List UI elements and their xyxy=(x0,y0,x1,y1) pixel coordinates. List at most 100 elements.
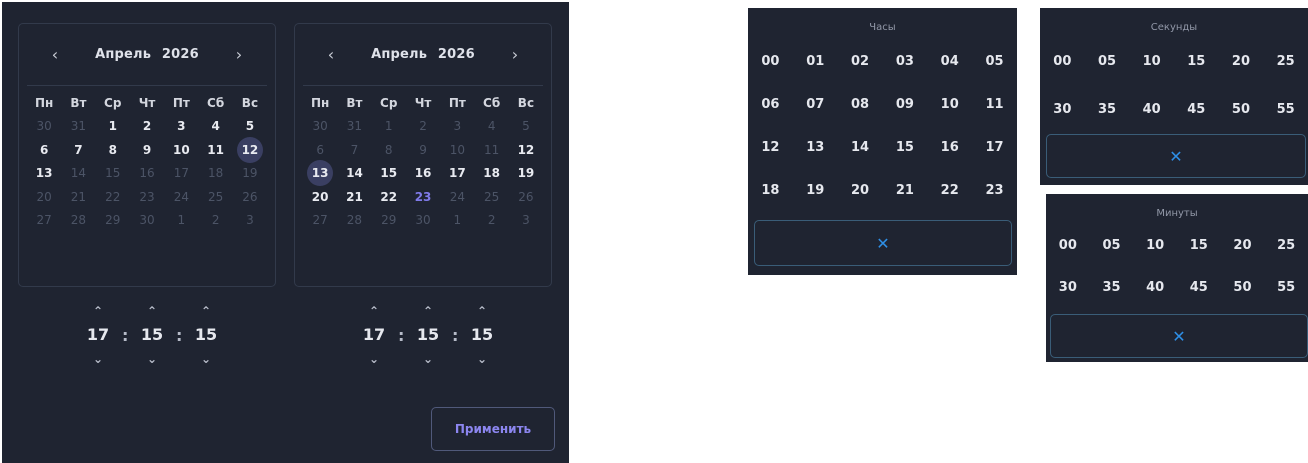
hour-value[interactable]: 17 xyxy=(87,322,109,348)
hour-option[interactable]: 01 xyxy=(800,54,830,69)
day-cell[interactable]: 26 xyxy=(233,190,267,204)
hour-option[interactable]: 16 xyxy=(935,140,965,155)
hour-option[interactable]: 09 xyxy=(890,97,920,112)
clear-seconds-button[interactable]: ✕ xyxy=(1046,134,1306,178)
day-cell[interactable]: 11 xyxy=(474,143,508,157)
hour-option[interactable]: 21 xyxy=(890,183,920,198)
hour-option[interactable]: 00 xyxy=(755,54,785,69)
day-cell[interactable]: 19 xyxy=(509,166,543,180)
day-cell[interactable]: 2 xyxy=(474,213,508,227)
hour-option[interactable]: 11 xyxy=(980,97,1010,112)
day-cell[interactable]: 20 xyxy=(303,190,337,204)
day-cell[interactable]: 30 xyxy=(303,119,337,133)
hour-option[interactable]: 04 xyxy=(935,54,965,69)
day-cell[interactable]: 19 xyxy=(233,166,267,180)
hour-option[interactable]: 10 xyxy=(935,97,965,112)
day-cell[interactable]: 26 xyxy=(509,190,543,204)
day-cell[interactable]: 31 xyxy=(337,119,371,133)
day-cell[interactable]: 29 xyxy=(96,213,130,227)
day-cell[interactable]: 27 xyxy=(27,213,61,227)
next-month-icon[interactable]: › xyxy=(507,45,523,64)
day-cell[interactable]: 5 xyxy=(233,119,267,133)
chevron-down-icon[interactable]: ⌄ xyxy=(423,348,433,370)
chevron-up-icon[interactable]: ⌃ xyxy=(201,300,211,322)
hour-option[interactable]: 18 xyxy=(755,183,785,198)
day-cell[interactable]: 13 xyxy=(27,166,61,180)
day-cell[interactable]: 7 xyxy=(61,143,95,157)
day-cell[interactable]: 30 xyxy=(27,119,61,133)
second-option[interactable]: 35 xyxy=(1092,102,1122,117)
second-option[interactable]: 50 xyxy=(1226,102,1256,117)
hour-option[interactable]: 14 xyxy=(845,140,875,155)
hour-option[interactable]: 05 xyxy=(980,54,1010,69)
day-cell[interactable]: 6 xyxy=(27,143,61,157)
hour-option[interactable]: 13 xyxy=(800,140,830,155)
day-cell[interactable]: 27 xyxy=(303,213,337,227)
day-cell[interactable]: 4 xyxy=(474,119,508,133)
day-cell[interactable]: 18 xyxy=(198,166,232,180)
day-cell[interactable]: 21 xyxy=(337,190,371,204)
month-year-label[interactable]: Апрель 2026 xyxy=(368,47,478,62)
second-option[interactable]: 55 xyxy=(1271,102,1301,117)
day-cell[interactable]: 25 xyxy=(474,190,508,204)
prev-month-icon[interactable]: ‹ xyxy=(323,45,339,64)
hour-option[interactable]: 22 xyxy=(935,183,965,198)
day-cell[interactable]: 6 xyxy=(303,143,337,157)
day-cell[interactable]: 11 xyxy=(198,143,232,157)
hour-option[interactable]: 23 xyxy=(980,183,1010,198)
chevron-up-icon[interactable]: ⌃ xyxy=(369,300,379,322)
second-option[interactable]: 15 xyxy=(1181,54,1211,69)
second-option[interactable]: 20 xyxy=(1226,54,1256,69)
day-cell[interactable]: 29 xyxy=(372,213,406,227)
minute-option[interactable]: 25 xyxy=(1271,238,1301,253)
chevron-up-icon[interactable]: ⌃ xyxy=(93,300,103,322)
day-cell[interactable]: 17 xyxy=(164,166,198,180)
chevron-down-icon[interactable]: ⌄ xyxy=(477,348,487,370)
chevron-up-icon[interactable]: ⌃ xyxy=(477,300,487,322)
hour-option[interactable]: 03 xyxy=(890,54,920,69)
hour-option[interactable]: 06 xyxy=(755,97,785,112)
day-cell[interactable]: 9 xyxy=(130,143,164,157)
chevron-down-icon[interactable]: ⌄ xyxy=(369,348,379,370)
day-cell[interactable]: 2 xyxy=(198,213,232,227)
month-year-label[interactable]: Апрель 2026 xyxy=(92,47,202,62)
day-cell[interactable]: 12 xyxy=(509,143,543,157)
day-cell[interactable]: 24 xyxy=(164,190,198,204)
hour-option[interactable]: 12 xyxy=(755,140,785,155)
day-cell[interactable]: 3 xyxy=(440,119,474,133)
hour-option[interactable]: 20 xyxy=(845,183,875,198)
hour-option[interactable]: 15 xyxy=(890,140,920,155)
day-cell[interactable]: 28 xyxy=(337,213,371,227)
second-option[interactable]: 25 xyxy=(1271,54,1301,69)
day-cell[interactable]: 1 xyxy=(440,213,474,227)
day-cell-today[interactable]: 23 xyxy=(406,190,440,204)
hour-option[interactable]: 07 xyxy=(800,97,830,112)
clear-hours-button[interactable]: ✕ xyxy=(754,220,1012,266)
chevron-up-icon[interactable]: ⌃ xyxy=(147,300,157,322)
day-cell[interactable]: 23 xyxy=(130,190,164,204)
day-cell[interactable]: 16 xyxy=(406,166,440,180)
day-cell[interactable]: 3 xyxy=(509,213,543,227)
day-cell[interactable]: 20 xyxy=(27,190,61,204)
minute-option[interactable]: 15 xyxy=(1184,238,1214,253)
minute-option[interactable]: 20 xyxy=(1227,238,1257,253)
day-cell[interactable]: 2 xyxy=(406,119,440,133)
day-cell[interactable]: 8 xyxy=(96,143,130,157)
chevron-down-icon[interactable]: ⌄ xyxy=(93,348,103,370)
day-cell[interactable]: 3 xyxy=(233,213,267,227)
second-value[interactable]: 15 xyxy=(195,322,217,348)
day-cell[interactable]: 15 xyxy=(96,166,130,180)
day-cell[interactable]: 4 xyxy=(198,119,232,133)
minute-option[interactable]: 40 xyxy=(1140,280,1170,295)
day-cell[interactable]: 30 xyxy=(130,213,164,227)
day-cell[interactable]: 22 xyxy=(372,190,406,204)
day-cell[interactable]: 25 xyxy=(198,190,232,204)
second-option[interactable]: 00 xyxy=(1047,54,1077,69)
apply-button[interactable]: Применить xyxy=(431,407,555,451)
clear-minutes-button[interactable]: ✕ xyxy=(1050,314,1308,358)
day-cell[interactable]: 22 xyxy=(96,190,130,204)
day-cell[interactable]: 10 xyxy=(440,143,474,157)
minute-option[interactable]: 50 xyxy=(1227,280,1257,295)
hour-option[interactable]: 17 xyxy=(980,140,1010,155)
hour-option[interactable]: 02 xyxy=(845,54,875,69)
